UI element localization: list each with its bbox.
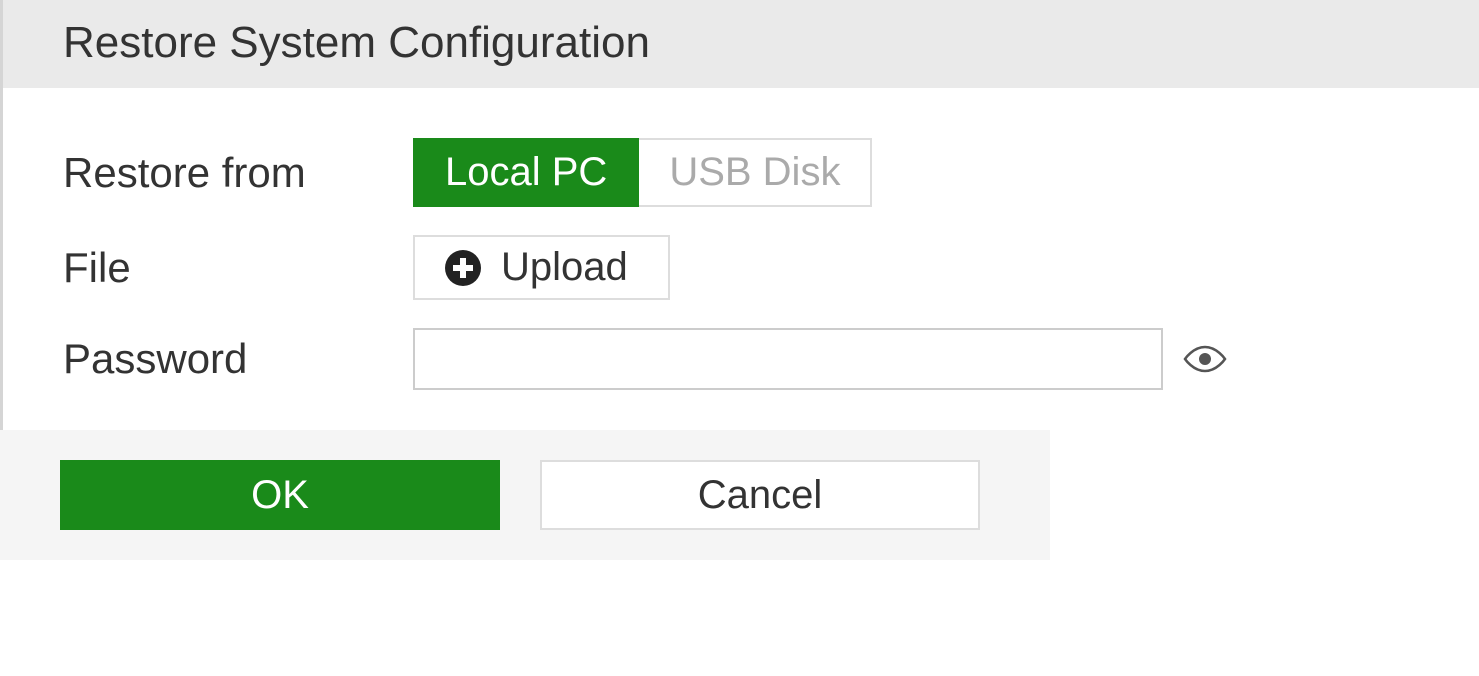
dialog-title: Restore System Configuration [63,18,650,67]
dialog-footer: OK Cancel [0,430,1050,560]
file-row: File Upload [63,235,1449,300]
eye-icon[interactable] [1183,345,1227,373]
restore-from-local-pc[interactable]: Local PC [413,138,639,207]
restore-from-usb-disk[interactable]: USB Disk [639,138,872,207]
restore-from-row: Restore from Local PC USB Disk [63,138,1449,207]
restore-from-label: Restore from [63,149,413,197]
password-row: Password [63,328,1449,390]
dialog-header: Restore System Configuration [0,0,1479,88]
restore-from-toggle: Local PC USB Disk [413,138,872,207]
plus-circle-icon [445,250,481,286]
password-label: Password [63,335,413,383]
password-input[interactable] [413,328,1163,390]
password-wrap [413,328,1449,390]
file-label: File [63,244,413,292]
ok-button[interactable]: OK [60,460,500,530]
upload-button[interactable]: Upload [413,235,670,300]
form-area: Restore from Local PC USB Disk File Uplo… [0,88,1479,430]
cancel-button[interactable]: Cancel [540,460,980,530]
upload-button-label: Upload [501,245,628,290]
